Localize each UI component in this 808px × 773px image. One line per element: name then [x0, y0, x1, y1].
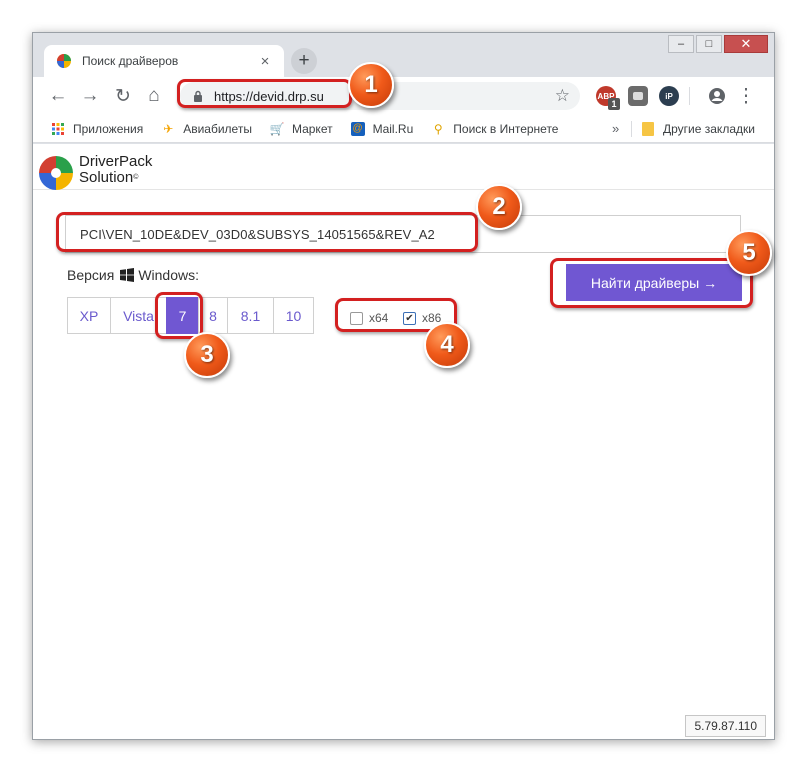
back-arrow-icon[interactable]: ← [47, 85, 69, 107]
browser-window: Поиск драйверов × + – □ ✕ ← → ↻ ⌂ https:… [32, 32, 775, 740]
windows-logo-icon [120, 268, 135, 282]
step-badge-5: 5 [726, 230, 772, 276]
bookmark-search[interactable]: ⚲ Поиск в Интернете [431, 121, 559, 136]
forward-arrow-icon[interactable]: → [79, 85, 101, 107]
bookmark-apps[interactable]: Приложения [51, 122, 143, 136]
version-8-button[interactable]: 8 [198, 297, 228, 334]
adblock-icon[interactable]: ABP 1 [596, 86, 620, 110]
tab-close-icon[interactable]: × [256, 52, 274, 70]
bookmark-label: Mail.Ru [372, 121, 414, 136]
bookmark-avia[interactable]: ✈ Авиабилеты [161, 122, 252, 136]
bookmark-mailru[interactable]: @ Mail.Ru [350, 121, 414, 136]
page-content: DriverPack Solution© PCI\VEN_10DE&DEV_03… [33, 144, 774, 739]
apps-grid-icon [51, 122, 65, 136]
bookmark-label: Маркет [291, 121, 333, 136]
version-10-button[interactable]: 10 [273, 297, 314, 334]
bookmark-label: Другие закладки [663, 122, 755, 136]
new-tab-button[interactable]: + [291, 48, 317, 74]
browser-tab[interactable]: Поиск драйверов × [44, 45, 284, 77]
bookmarks-bar: Приложения ✈ Авиабилеты 🛒 Маркет @ Mail.… [33, 115, 774, 143]
profile-icon[interactable] [706, 85, 728, 107]
browser-toolbar: ← → ↻ ⌂ https://devid.drp.su ☆ ABP 1 iP … [33, 77, 774, 115]
adblock-count-badge: 1 [608, 98, 620, 110]
logo-line-1: DriverPack [79, 153, 153, 170]
logo-copyright: © [133, 174, 139, 181]
version-text: Версия [67, 267, 115, 283]
lock-icon [190, 88, 206, 104]
home-icon[interactable]: ⌂ [143, 85, 165, 107]
version-7-button[interactable]: 7 [166, 297, 199, 334]
window-controls: – □ ✕ [668, 35, 768, 53]
os-text: Windows: [138, 267, 199, 283]
site-logo-text[interactable]: DriverPack Solution© [79, 154, 152, 186]
bookmarks-more-icon[interactable]: » [612, 121, 619, 136]
logo-line-2: Solution [79, 169, 134, 186]
driverpack-logo-icon[interactable] [37, 154, 75, 192]
version-label: Версия Windows: [67, 267, 199, 283]
bookmark-label: Авиабилеты [183, 121, 252, 136]
ghostery-icon[interactable] [628, 86, 648, 106]
checkbox-checked-icon[interactable]: ✔ [403, 311, 416, 325]
url-text: https://devid.drp.su [214, 88, 324, 104]
bookmark-other-folder[interactable]: Другие закладки [641, 115, 755, 143]
version-xp-button[interactable]: XP [67, 297, 111, 334]
folder-icon [641, 122, 655, 136]
step-badge-4: 4 [424, 322, 470, 368]
ghostery-shape [633, 92, 643, 100]
menu-icon[interactable]: ⋮ [735, 85, 757, 107]
version-vista-button[interactable]: Vista [110, 297, 167, 334]
toolbar-separator [689, 87, 690, 105]
device-id-value: PCI\VEN_10DE&DEV_03D0&SUBSYS_14051565&RE… [80, 226, 435, 242]
checkbox-box[interactable] [350, 311, 363, 325]
site-header: DriverPack Solution© [33, 144, 774, 190]
bookmark-label: Приложения [73, 121, 144, 136]
minimize-button[interactable]: – [668, 35, 694, 53]
search-magnifier-icon: ⚲ [433, 121, 443, 136]
step-badge-3: 3 [184, 332, 230, 378]
tab-strip: Поиск драйверов × + – □ ✕ [33, 33, 774, 77]
ip-extension-label: iP [665, 91, 673, 101]
find-drivers-button[interactable]: Найти драйверы → [566, 264, 742, 301]
bookmark-market[interactable]: 🛒 Маркет [269, 121, 333, 136]
reload-icon[interactable]: ↻ [112, 85, 134, 107]
tab-title: Поиск драйверов [82, 54, 179, 68]
close-button[interactable]: ✕ [724, 35, 768, 53]
driverpack-favicon-icon [57, 54, 71, 68]
step-badge-1: 1 [348, 62, 394, 108]
arch-label: x64 [369, 311, 389, 325]
shopping-cart-icon: 🛒 [269, 121, 285, 136]
version-8-1-button[interactable]: 8.1 [227, 297, 274, 334]
bookmarks-separator [631, 121, 632, 137]
arch-x64-checkbox[interactable]: x64 [350, 311, 388, 325]
mailru-icon: @ [350, 121, 365, 136]
ip-icon[interactable]: iP [659, 86, 679, 106]
maximize-button[interactable]: □ [696, 35, 722, 53]
ip-address-label: 5.79.87.110 [685, 715, 766, 737]
arch-x86-checkbox[interactable]: ✔ x86 [403, 311, 441, 325]
step-badge-2: 2 [476, 184, 522, 230]
bookmark-star-icon[interactable]: ☆ [555, 86, 570, 106]
windows-version-selector: XP Vista 7 8 8.1 10 [67, 297, 314, 334]
airplane-icon: ✈ [163, 121, 174, 136]
device-id-input[interactable]: PCI\VEN_10DE&DEV_03D0&SUBSYS_14051565&RE… [65, 215, 741, 253]
bookmark-label: Поиск в Интернете [453, 121, 559, 136]
